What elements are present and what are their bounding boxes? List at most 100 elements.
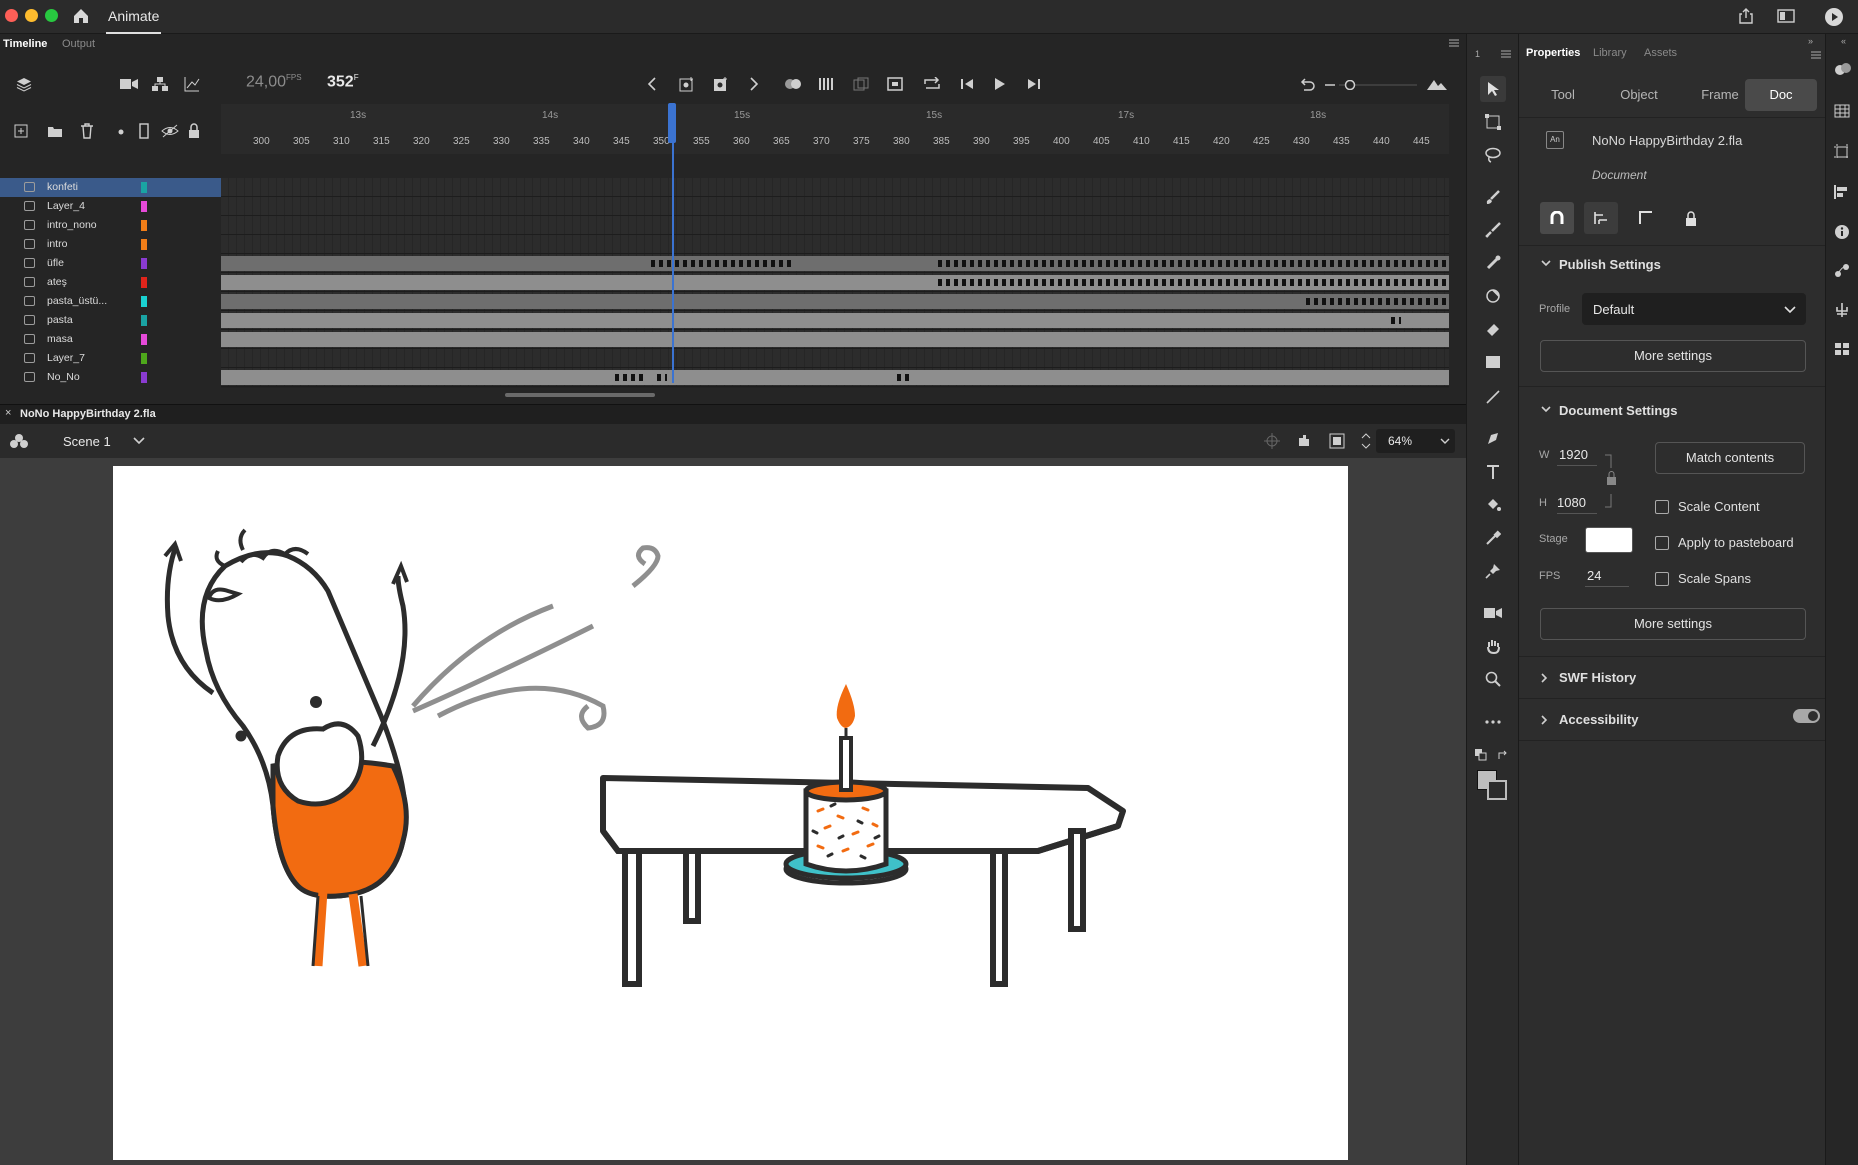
scale-content-checkbox[interactable] — [1655, 500, 1669, 514]
scene-icon[interactable] — [10, 433, 28, 449]
keyframe-marks[interactable] — [657, 374, 667, 381]
graph-icon[interactable] — [180, 72, 204, 96]
layer-color-swatch[interactable] — [141, 334, 147, 345]
chevron-right-icon[interactable] — [742, 72, 766, 96]
frame-zoom-slider[interactable] — [1325, 80, 1417, 90]
accessibility-toggle[interactable] — [1793, 709, 1820, 723]
layers-icon[interactable] — [12, 72, 36, 96]
swatches-icon[interactable] — [1834, 104, 1850, 118]
timeline-scrollbar[interactable] — [505, 393, 655, 397]
document-tab[interactable]: NoNo HappyBirthday 2.fla — [20, 408, 156, 420]
character-nono[interactable] — [163, 528, 409, 967]
bone-tool-icon[interactable] — [1480, 250, 1506, 276]
loop-icon[interactable] — [920, 72, 944, 96]
lock-guides-icon[interactable] — [1674, 202, 1708, 234]
keyframe-marks[interactable] — [1391, 317, 1401, 324]
segment-object[interactable]: Object — [1603, 79, 1675, 111]
outline-icon[interactable] — [139, 123, 149, 139]
text-tool-icon[interactable] — [1480, 459, 1506, 485]
layer-row[interactable]: konfeti — [0, 178, 221, 197]
layer-row[interactable]: pasta_üstü... — [0, 292, 221, 311]
layer-color-swatch[interactable] — [141, 296, 147, 307]
layer-color-swatch[interactable] — [141, 201, 147, 212]
edit-multiple-frames-icon[interactable] — [849, 72, 873, 96]
insert-keyframe-icon[interactable] — [675, 72, 699, 96]
link-dimensions-icon[interactable] — [1605, 454, 1617, 508]
info-icon[interactable] — [1834, 224, 1850, 240]
zoom-tool-icon[interactable] — [1480, 666, 1506, 692]
more-tools-icon[interactable] — [1480, 709, 1506, 735]
rotate-stage-icon[interactable] — [1295, 432, 1313, 450]
fill-color-swatch[interactable] — [1487, 780, 1507, 800]
new-layer-icon[interactable] — [14, 124, 28, 138]
scale-spans-checkbox[interactable] — [1655, 572, 1669, 586]
document-more-settings-button[interactable]: More settings — [1540, 608, 1806, 640]
hand-tool-icon[interactable] — [1480, 633, 1506, 659]
dot-icon[interactable] — [118, 129, 124, 135]
layer-row[interactable]: intro_nono — [0, 216, 221, 235]
height-field[interactable]: 1080 — [1557, 495, 1586, 510]
align-panel-icon[interactable] — [1834, 184, 1850, 200]
motion-presets-icon[interactable] — [1834, 262, 1850, 278]
free-transform-tool-icon[interactable] — [1480, 109, 1506, 135]
frame-picker-icon[interactable] — [1834, 342, 1850, 356]
default-colors-icon[interactable] — [1475, 749, 1487, 761]
frame-row[interactable] — [221, 292, 1449, 311]
eyedropper-tool-icon[interactable] — [1480, 525, 1506, 551]
clip-content-icon[interactable] — [1329, 433, 1345, 449]
frame-row[interactable] — [221, 216, 1449, 235]
tab-assets[interactable]: Assets — [1644, 47, 1677, 59]
camera-tool-icon[interactable] — [1480, 600, 1506, 626]
zoom-window-button[interactable] — [45, 9, 58, 22]
delete-layer-icon[interactable] — [80, 123, 94, 139]
align-icon[interactable] — [1584, 202, 1618, 234]
play-icon[interactable] — [988, 72, 1012, 96]
mountains-icon[interactable] — [1425, 72, 1449, 96]
visibility-icon[interactable] — [161, 124, 179, 138]
lock-icon[interactable] — [188, 123, 200, 138]
step-forward-icon[interactable] — [1022, 72, 1046, 96]
accessibility-header[interactable]: Accessibility — [1519, 702, 1826, 738]
layer-color-swatch[interactable] — [141, 277, 147, 288]
stage-color-swatch[interactable] — [1585, 527, 1633, 553]
layer-color-swatch[interactable] — [141, 372, 147, 383]
layer-row[interactable]: No_No — [0, 368, 221, 387]
tab-properties[interactable]: Properties — [1526, 47, 1580, 59]
frame-row[interactable] — [221, 273, 1449, 292]
profile-select[interactable]: Default — [1582, 293, 1806, 325]
line-tool-icon[interactable] — [1480, 384, 1506, 410]
pen-tool-icon[interactable] — [1480, 426, 1506, 452]
panel-menu-icon[interactable] — [1449, 39, 1459, 47]
swf-history-header[interactable]: SWF History — [1519, 660, 1826, 696]
paint-bucket-tool-icon[interactable] — [1480, 492, 1506, 518]
frame-grid[interactable] — [221, 178, 1449, 388]
fluid-brush-tool-icon[interactable] — [1480, 184, 1506, 210]
step-back-icon[interactable] — [955, 72, 979, 96]
fps-display[interactable]: 24,00FPS — [246, 73, 302, 91]
frame-row[interactable] — [221, 311, 1449, 330]
color-panel-icon[interactable] — [1834, 62, 1852, 78]
frames-icon[interactable] — [815, 72, 839, 96]
selection-tool-icon[interactable] — [1480, 76, 1506, 102]
frame-display[interactable]: 352F — [327, 73, 359, 91]
layer-color-swatch[interactable] — [141, 258, 147, 269]
publish-more-settings-button[interactable]: More settings — [1540, 340, 1806, 372]
layer-row[interactable]: Layer_4 — [0, 197, 221, 216]
rectangle-tool-icon[interactable] — [1480, 349, 1506, 375]
tab-output[interactable]: Output — [62, 34, 95, 54]
layer-row[interactable]: intro — [0, 235, 221, 254]
layer-color-swatch[interactable] — [141, 239, 147, 250]
lasso-tool-icon[interactable] — [1480, 142, 1506, 168]
home-icon[interactable] — [72, 7, 90, 25]
keyframe-marks[interactable] — [938, 279, 1449, 286]
keyframe-marks[interactable] — [897, 374, 909, 381]
asset-warp-tool-icon[interactable] — [1480, 283, 1506, 309]
chevron-left-icon[interactable] — [640, 72, 664, 96]
parenting-icon[interactable] — [148, 72, 172, 96]
layer-color-swatch[interactable] — [141, 353, 147, 364]
chevron-down-icon[interactable] — [133, 437, 145, 445]
frame-row[interactable] — [221, 197, 1449, 216]
keyframe-marks[interactable] — [615, 374, 645, 381]
frame-row[interactable] — [221, 254, 1449, 273]
frame-span[interactable] — [221, 332, 1449, 347]
